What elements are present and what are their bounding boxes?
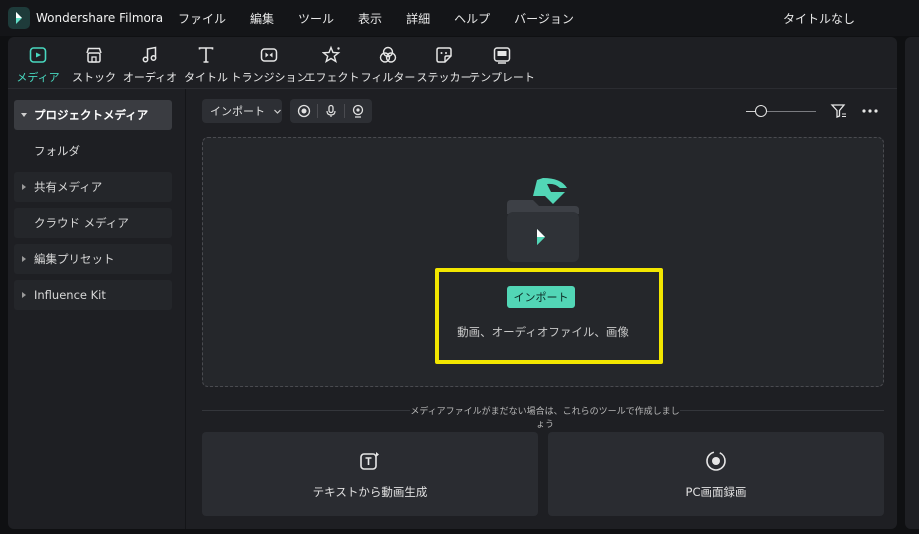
title-bar: Wondershare Filmora ファイル 編集 ツール 表示 詳細 ヘル… — [0, 0, 919, 36]
sidebar-item-influence-kit[interactable]: Influence Kit — [14, 280, 172, 310]
menu-help[interactable]: ヘルプ — [454, 10, 490, 27]
stock-icon — [83, 44, 105, 66]
caret-right-icon — [14, 183, 34, 191]
tab-title[interactable]: タイトル — [178, 38, 234, 88]
project-title: タイトルなし — [783, 12, 856, 26]
tab-media[interactable]: メディア — [10, 38, 66, 88]
menu-file[interactable]: ファイル — [178, 10, 226, 27]
title-icon — [195, 44, 217, 66]
screen-record-icon — [703, 448, 729, 474]
chevron-down-icon — [273, 107, 282, 116]
sticker-icon — [433, 44, 455, 66]
sidebar-item-shared-media[interactable]: 共有メディア — [14, 172, 172, 202]
tab-effect[interactable]: エフェクト — [304, 38, 360, 88]
sidebar-item-folder[interactable]: フォルダ — [14, 136, 172, 166]
media-panel: メディア ストック オーディオ タイトル トランジション エフェクト フィルター… — [8, 37, 897, 529]
screen-record-card[interactable]: PC画面録画 — [548, 432, 884, 516]
highlight-box — [435, 268, 663, 364]
tab-audio[interactable]: オーディオ — [122, 38, 178, 88]
tab-sticker[interactable]: ステッカー — [416, 38, 472, 88]
asset-tabs: メディア ストック オーディオ タイトル トランジション エフェクト フィルター… — [8, 37, 897, 89]
template-icon — [491, 44, 513, 66]
tab-stock[interactable]: ストック — [66, 38, 122, 88]
record-group — [290, 99, 372, 123]
menu-bar: ファイル 編集 ツール 表示 詳細 ヘルプ バージョン — [178, 10, 598, 27]
media-content: インポート インポート 動画、オーディオファイル、画像 メディアファイルがまだな… — [186, 89, 897, 529]
tools-caption: メディアファイルがまだない場合は、これらのツールで作成しましょう — [410, 407, 680, 430]
filmora-logo-icon — [8, 7, 30, 29]
tab-transition[interactable]: トランジション — [231, 38, 308, 88]
filter-funnel-icon[interactable] — [829, 101, 849, 121]
menu-version[interactable]: バージョン — [514, 10, 574, 27]
caret-right-icon — [14, 255, 34, 263]
menu-view[interactable]: 表示 — [358, 10, 382, 27]
caret-right-icon — [14, 291, 34, 299]
tab-template[interactable]: テンプレート — [469, 38, 535, 88]
microphone-icon[interactable] — [324, 104, 338, 118]
sidebar-item-cloud-media[interactable]: クラウド メディア — [14, 208, 172, 238]
menu-advanced[interactable]: 詳細 — [406, 10, 430, 27]
tab-filter[interactable]: フィルター — [360, 38, 416, 88]
effect-icon — [321, 44, 343, 66]
more-options-icon[interactable] — [860, 101, 880, 121]
media-icon — [27, 44, 49, 66]
media-drop-zone[interactable]: インポート 動画、オーディオファイル、画像 — [202, 137, 884, 387]
media-sidebar: プロジェクトメディア フォルダ 共有メディア クラウド メディア 編集プリセット… — [8, 89, 186, 529]
text-to-video-icon — [357, 448, 383, 474]
import-folder-icon — [497, 174, 589, 266]
menu-edit[interactable]: 編集 — [250, 10, 274, 27]
transition-icon — [258, 44, 280, 66]
record-screen-icon[interactable] — [297, 104, 311, 118]
side-panel-edge — [905, 37, 919, 529]
sidebar-item-edit-presets[interactable]: 編集プリセット — [14, 244, 172, 274]
filter-icon — [377, 44, 399, 66]
webcam-icon[interactable] — [351, 104, 365, 118]
caret-down-icon — [14, 111, 34, 119]
sidebar-item-project-media[interactable]: プロジェクトメディア — [14, 100, 172, 130]
zoom-slider-handle[interactable] — [755, 105, 767, 117]
audio-icon — [139, 44, 161, 66]
menu-tools[interactable]: ツール — [298, 10, 334, 27]
import-dropdown[interactable]: インポート — [202, 99, 282, 123]
app-name: Wondershare Filmora — [36, 11, 164, 25]
text-to-video-card[interactable]: テキストから動画生成 — [202, 432, 538, 516]
